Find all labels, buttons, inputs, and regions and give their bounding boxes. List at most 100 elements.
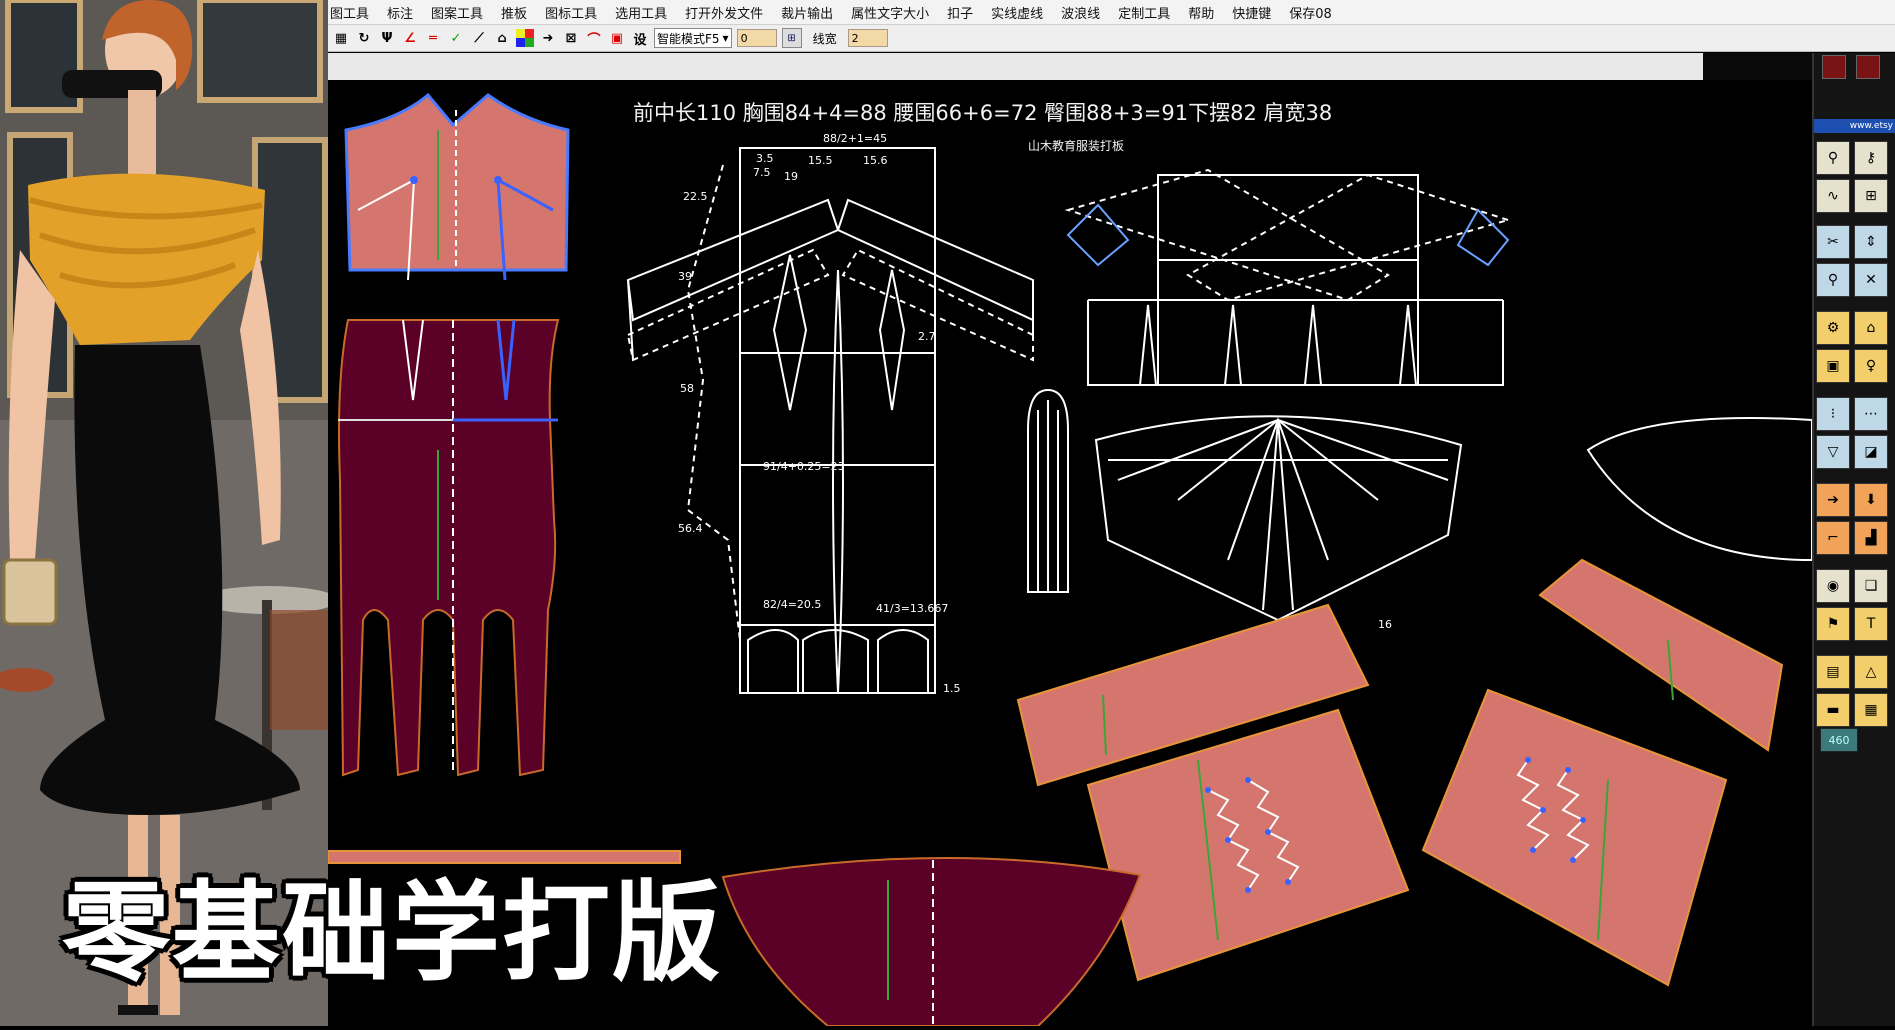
menu-item-save[interactable]: 保存08 xyxy=(1289,3,1332,22)
draft-dimension-labels: 22.5 39 58 56.4 15.5 15.6 88/2+1=45 91/4… xyxy=(678,132,961,695)
menu-item-annotate[interactable]: 标注 xyxy=(387,3,413,22)
bag-tool-icon[interactable]: ▣ xyxy=(1816,349,1850,383)
menu-item-help[interactable]: 帮助 xyxy=(1188,3,1214,22)
hanger-tool-icon[interactable]: ⌂ xyxy=(1854,311,1888,345)
bodice-front-piece[interactable] xyxy=(344,92,570,281)
menu-item-wavy-line[interactable]: 波浪线 xyxy=(1061,3,1100,22)
arrow-down-tool-icon[interactable]: ⬇ xyxy=(1854,483,1888,517)
arrow-icon[interactable]: ➜ xyxy=(539,29,557,47)
calc-tool-icon[interactable]: ▦ xyxy=(1854,693,1888,727)
curve-icon[interactable]: ⌒ xyxy=(585,29,603,48)
skirt-piece[interactable] xyxy=(338,319,560,777)
menu-item-piece-output[interactable]: 裁片输出 xyxy=(781,3,833,22)
waistband-strip[interactable] xyxy=(327,850,681,864)
chevron-down-icon: ▾ xyxy=(722,31,729,45)
menu-item-open-external-file[interactable]: 打开外发文件 xyxy=(685,3,763,22)
dots-tool-icon[interactable]: ⁝ xyxy=(1816,397,1850,431)
curve-tool-icon[interactable]: ∿ xyxy=(1816,179,1850,213)
dim-label: 56.4 xyxy=(678,522,703,535)
text-tool-icon[interactable]: T xyxy=(1854,607,1888,641)
rotate-icon[interactable]: ↻ xyxy=(355,29,373,47)
menu-item-icon-tools[interactable]: 图标工具 xyxy=(545,3,597,22)
draft-lines-center xyxy=(626,147,1034,694)
angle-icon[interactable]: ∠ xyxy=(401,29,419,47)
menu-item-grading[interactable]: 推板 xyxy=(501,3,527,22)
dim-label: 39 xyxy=(678,270,692,283)
ruler-icon[interactable]: ⟋ xyxy=(470,29,488,47)
split-tool-icon[interactable]: ⇕ xyxy=(1854,225,1888,259)
grid-icon[interactable]: ▦ xyxy=(332,29,350,47)
menu-item-custom-tools[interactable]: 定制工具 xyxy=(1118,3,1170,22)
menu-item-shortcuts[interactable]: 快捷键 xyxy=(1232,3,1271,22)
menu-item-solid-dashed-line[interactable]: 实线虚线 xyxy=(991,3,1043,22)
menu-item-tools[interactable]: 图工具 xyxy=(330,3,369,22)
save-tool-icon[interactable]: ▤ xyxy=(1816,655,1850,689)
dim-label: 1.5 xyxy=(943,682,961,695)
layout-icon[interactable] xyxy=(1856,55,1880,79)
panel-top-icons xyxy=(1822,55,1894,79)
pattern-icon[interactable] xyxy=(1822,55,1846,79)
color-palette-icon[interactable] xyxy=(516,29,534,47)
dim-label: 3.5 xyxy=(756,152,774,165)
double-line-icon[interactable]: ═ xyxy=(424,29,442,47)
dim-label: 15.6 xyxy=(863,154,888,167)
flag-tool-icon[interactable]: ⚑ xyxy=(1816,607,1850,641)
dart-tool-icon[interactable]: ▽ xyxy=(1816,435,1850,469)
measurements-header: 前中长110 胸围84+4=88 腰围66+6=72 臀围88+3=91下摆82… xyxy=(633,101,1332,125)
grid-red-icon[interactable]: ▣ xyxy=(608,29,626,47)
ruler-tool-icon[interactable]: ▬ xyxy=(1816,693,1850,727)
draft-lines-right xyxy=(1064,168,1512,386)
key-tool-icon[interactable]: ⚷ xyxy=(1854,141,1888,175)
chart-tool-icon[interactable]: ▟ xyxy=(1854,521,1888,555)
sleeve-strap-piece[interactable] xyxy=(1027,388,1069,593)
value-input[interactable]: 0 xyxy=(736,29,777,47)
corner-tool-icon[interactable]: ⌐ xyxy=(1816,521,1850,555)
dim-label: 91/4+0.25=23 xyxy=(763,460,845,473)
arc-piece[interactable] xyxy=(1586,417,1813,562)
pin-tool-icon[interactable]: ⚲ xyxy=(1816,263,1850,297)
dim-label: 16 xyxy=(1378,618,1392,631)
flounce-draft xyxy=(1094,415,1463,622)
bottom-flounce-piece[interactable] xyxy=(721,856,1142,1027)
settings-button[interactable]: 设 xyxy=(631,29,649,48)
book-icon[interactable]: ⊞ xyxy=(781,28,802,48)
fork-icon[interactable]: Ψ xyxy=(378,29,396,47)
triangle-tool-icon[interactable]: △ xyxy=(1854,655,1888,689)
brand-banner: www.etsy xyxy=(1814,119,1895,133)
status-bar xyxy=(328,53,1703,81)
toolbar: ▦ ↻ Ψ ∠ ═ ✓ ⟋ ⌂ ➜ ⊠ ⌒ ▣ 设 智能模式F5 ▾ 0 ⊞ 线… xyxy=(328,25,1895,52)
camera-tool-icon[interactable]: ◉ xyxy=(1816,569,1850,603)
scissors-tool-icon[interactable]: ✂ xyxy=(1816,225,1850,259)
menu-item-attribute-text-size[interactable]: 属性文字大小 xyxy=(851,3,929,22)
menu-item-pattern-tools[interactable]: 图案工具 xyxy=(431,3,483,22)
dim-label: 22.5 xyxy=(683,190,708,203)
status-row xyxy=(328,53,1895,81)
menu-item-buttons[interactable]: 扣子 xyxy=(947,3,973,22)
studio-label: 山木教育服装打板 xyxy=(1028,138,1124,153)
line-width-input[interactable]: 2 xyxy=(847,29,888,47)
mode-select[interactable]: 智能模式F5 ▾ xyxy=(654,28,732,48)
book-tool-icon[interactable]: ❏ xyxy=(1854,569,1888,603)
menu-item-select-tools[interactable]: 选用工具 xyxy=(615,3,667,22)
mode-select-value: 智能模式F5 xyxy=(657,31,720,46)
dim-label: 19 xyxy=(784,170,798,183)
stitch-tool-icon[interactable]: ⋯ xyxy=(1854,397,1888,431)
grid-tool-icon[interactable]: ⊞ xyxy=(1854,179,1888,213)
check-icon[interactable]: ✓ xyxy=(447,29,465,47)
dim-label: 82/4=20.5 xyxy=(763,598,821,611)
dim-label: 15.5 xyxy=(808,154,833,167)
right-tool-panel: www.etsy ⚲ ⚷ ∿ ⊞ ✂ ⇕ ⚲ ✕ ⚙ ⌂ ▣ ♀ ⁝ ⋯ ▽ ◪… xyxy=(1812,53,1895,1026)
arrow-right-tool-icon[interactable]: ➔ xyxy=(1816,483,1850,517)
dim-label: 7.5 xyxy=(753,166,771,179)
dress-tool-icon[interactable]: ♀ xyxy=(1854,349,1888,383)
fold-tool-icon[interactable]: ◪ xyxy=(1854,435,1888,469)
line-width-label: 线宽 xyxy=(812,31,837,46)
flounce-panel-right[interactable] xyxy=(1421,688,1728,987)
hanger-icon[interactable]: ⌂ xyxy=(493,29,511,47)
sewing-machine-icon[interactable]: ⚙ xyxy=(1816,311,1850,345)
dim-label: 41/3=13.667 xyxy=(876,602,948,615)
flounce-band-right[interactable] xyxy=(1538,558,1784,752)
crossed-box-icon[interactable]: ⊠ xyxy=(562,29,580,47)
cross-tool-icon[interactable]: ✕ xyxy=(1854,263,1888,297)
measure-tool-icon[interactable]: ⚲ xyxy=(1816,141,1850,175)
